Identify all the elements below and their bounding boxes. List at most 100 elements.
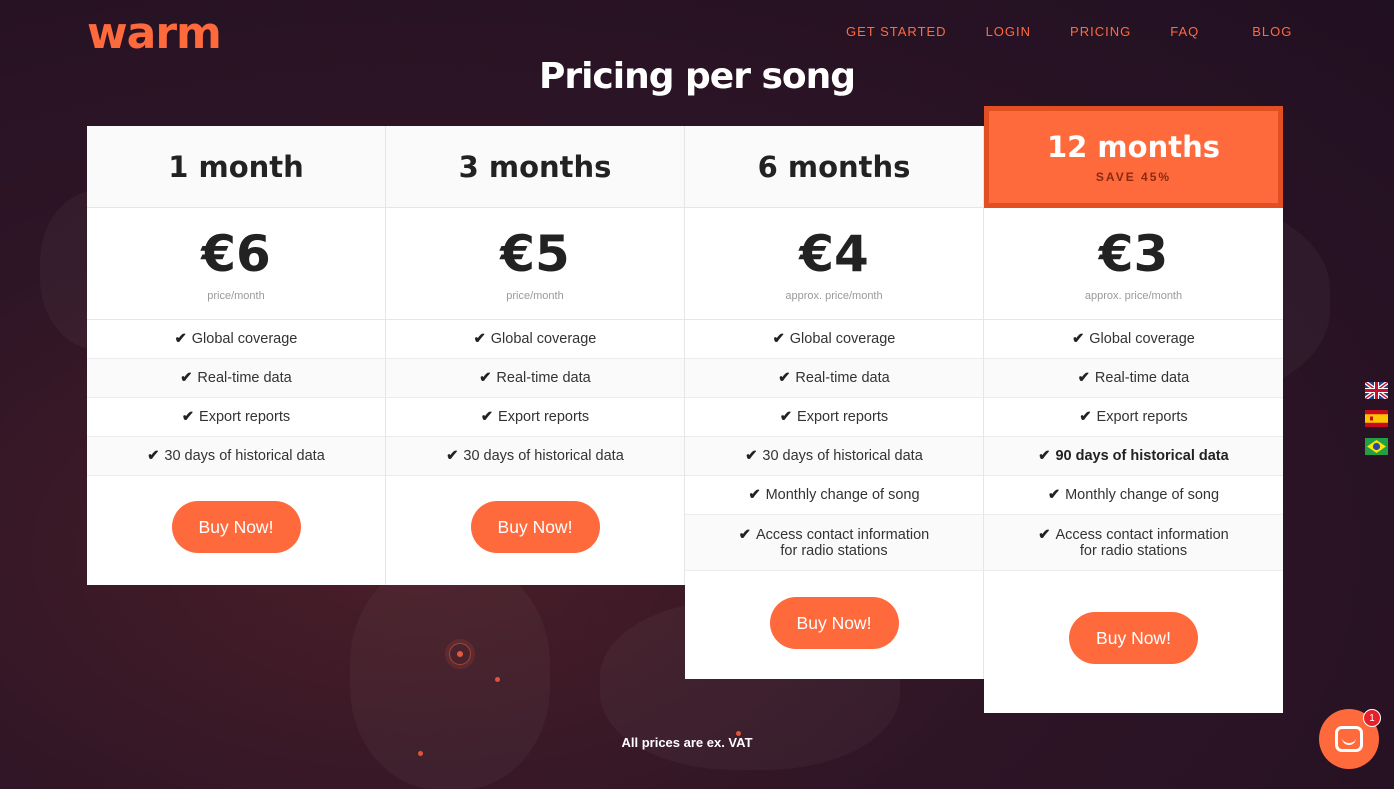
check-icon: ✔ — [779, 409, 793, 425]
plan-card-12-months: 12 months SAVE 45% €3 approx. price/mont… — [984, 106, 1283, 713]
plan-card-6-months: 6 months €4 approx. price/month ✔ Global … — [685, 126, 984, 679]
feature-label: Real-time data — [795, 370, 890, 386]
check-icon: ✔ — [745, 448, 758, 464]
feature-row: ✔ 30 days of historical data — [386, 437, 684, 476]
check-icon: ✔ — [1038, 526, 1051, 543]
feature-label-continued: for radio stations — [780, 542, 888, 559]
feature-row: ✔ Real-time data — [386, 359, 684, 398]
vat-note: All prices are ex. VAT — [621, 735, 753, 750]
feature-list: ✔ Global coverage ✔ Real-time data ✔ Export… — [984, 320, 1283, 571]
check-icon: ✔ — [1072, 331, 1085, 347]
spain-flag-icon[interactable] — [1365, 410, 1388, 427]
buy-now-button[interactable]: Buy Now! — [171, 501, 301, 553]
price-block: €4 approx. price/month — [685, 208, 983, 320]
feature-row: ✔ Export reports — [386, 398, 684, 437]
check-icon: ✔ — [778, 370, 791, 386]
feature-list: ✔ Global coverage ✔ Real-time data ✔ Export… — [87, 320, 385, 476]
map-marker — [495, 677, 500, 682]
feature-row: ✔ 30 days of historical data — [685, 437, 983, 476]
check-icon: ✔ — [473, 331, 486, 347]
feature-label: Monthly change of song — [765, 487, 920, 503]
plan-name: 3 months — [386, 126, 684, 208]
feature-row: ✔ 90 days of historical data — [984, 437, 1283, 476]
feature-row: ✔ Global coverage — [685, 320, 983, 359]
nav-get-started[interactable]: GET STARTED — [846, 24, 947, 40]
feature-label: Real-time data — [197, 370, 292, 386]
feature-row: ✔ Real-time data — [984, 359, 1283, 398]
feature-label: Access contact information — [1055, 526, 1229, 543]
plan-price: €5 — [500, 225, 570, 283]
check-icon: ✔ — [180, 370, 193, 386]
check-icon: ✔ — [480, 409, 494, 425]
feature-label: 30 days of historical data — [762, 448, 923, 464]
feature-row: ✔ Access contact information for radio st… — [685, 515, 983, 571]
plan-price: €3 — [1098, 225, 1169, 283]
feature-label: Monthly change of song — [1065, 487, 1220, 503]
feature-label: Export reports — [797, 409, 889, 425]
feature-label: Global coverage — [490, 331, 597, 347]
feature-label: Real-time data — [496, 370, 591, 386]
feature-row: ✔ Monthly change of song — [984, 476, 1283, 515]
nav-blog[interactable]: BLOG — [1252, 24, 1292, 40]
feature-row: ✔ Export reports — [685, 398, 983, 437]
check-icon: ✔ — [738, 526, 751, 543]
check-icon: ✔ — [181, 409, 195, 425]
feature-row: ✔ Export reports — [87, 398, 385, 437]
feature-list: ✔ Global coverage ✔ Real-time data ✔ Export… — [386, 320, 684, 476]
nav-faq[interactable]: FAQ — [1170, 24, 1199, 40]
feature-label: Export reports — [199, 409, 291, 425]
plan-price: €6 — [201, 225, 271, 283]
price-block: €6 price/month — [87, 208, 385, 320]
chat-icon — [1335, 726, 1363, 752]
check-icon: ✔ — [748, 487, 761, 503]
check-icon: ✔ — [147, 448, 160, 464]
feature-label: Global coverage — [789, 331, 896, 347]
price-caption: price/month — [506, 290, 564, 302]
plan-card-1-month: 1 month €6 price/month ✔ Global coverage … — [87, 126, 386, 585]
brazil-flag-icon[interactable] — [1365, 438, 1388, 455]
plan-price: €4 — [799, 225, 869, 283]
check-icon: ✔ — [1047, 487, 1061, 503]
main-nav: GET STARTED LOGIN PRICING FAQ BLOG — [846, 24, 1292, 40]
chat-notification-badge: 1 — [1363, 709, 1381, 727]
price-block: €5 price/month — [386, 208, 684, 320]
feature-label-continued: for radio stations — [1079, 542, 1188, 559]
check-icon: ✔ — [446, 448, 459, 464]
plan-card-3-months: 3 months €5 price/month ✔ Global coverage… — [386, 126, 685, 585]
nav-login[interactable]: LOGIN — [986, 24, 1031, 40]
check-icon: ✔ — [1038, 448, 1051, 464]
map-marker — [449, 643, 471, 665]
feature-row: ✔ Real-time data — [87, 359, 385, 398]
uk-flag-icon[interactable] — [1363, 380, 1390, 401]
warm-logo[interactable]: warm — [87, 10, 222, 58]
price-caption: approx. price/month — [785, 290, 883, 302]
check-icon: ✔ — [772, 331, 785, 347]
feature-label: Export reports — [498, 409, 590, 425]
plan-header-featured: 12 months SAVE 45% — [984, 106, 1283, 208]
buy-now-button[interactable]: Buy Now! — [1069, 612, 1198, 664]
feature-label: Real-time data — [1094, 370, 1190, 386]
price-caption: price/month — [207, 290, 265, 302]
check-icon: ✔ — [1077, 370, 1090, 386]
feature-row: ✔ 30 days of historical data — [87, 437, 385, 476]
feature-row: ✔ Access contact information for radio st… — [984, 515, 1283, 571]
feature-label: Export reports — [1096, 409, 1188, 425]
check-icon: ✔ — [1079, 409, 1092, 425]
nav-pricing[interactable]: PRICING — [1070, 24, 1131, 40]
plan-name: 1 month — [87, 126, 385, 208]
feature-row: ✔ Global coverage — [87, 320, 385, 359]
feature-row: ✔ Real-time data — [685, 359, 983, 398]
check-icon: ✔ — [479, 370, 492, 386]
check-icon: ✔ — [174, 331, 187, 347]
buy-now-button[interactable]: Buy Now! — [769, 597, 899, 649]
feature-list: ✔ Global coverage ✔ Real-time data ✔ Export… — [685, 320, 983, 571]
feature-label: Global coverage — [191, 331, 298, 347]
feature-label: Access contact information — [755, 526, 930, 543]
save-badge: SAVE 45% — [1095, 170, 1172, 184]
page-title: Pricing per song — [538, 56, 856, 97]
buy-now-button[interactable]: Buy Now! — [470, 501, 600, 553]
feature-row: ✔ Global coverage — [386, 320, 684, 359]
plan-name: 12 months — [1046, 130, 1220, 164]
feature-label: 30 days of historical data — [164, 448, 325, 464]
feature-label: 90 days of historical data — [1055, 448, 1229, 464]
